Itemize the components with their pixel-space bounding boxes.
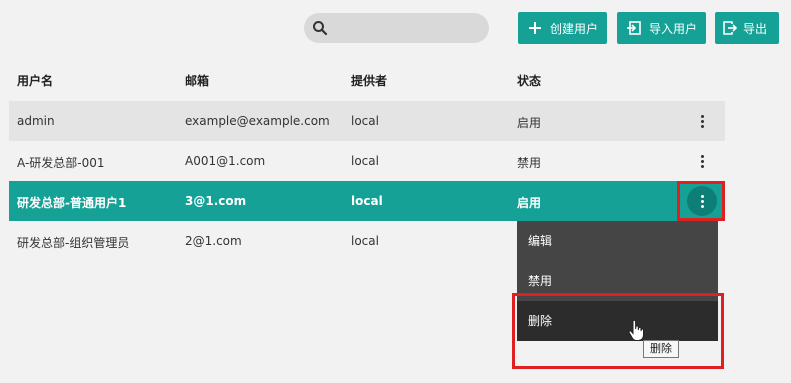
provider-cell: local bbox=[351, 154, 379, 168]
search-input[interactable] bbox=[304, 13, 489, 43]
more-vertical-icon bbox=[700, 114, 704, 129]
hand-cursor-icon bbox=[628, 320, 644, 341]
provider-cell: local bbox=[351, 194, 383, 208]
table-row[interactable]: admin example@example.com local 启用 bbox=[9, 101, 725, 141]
more-actions-button[interactable] bbox=[686, 105, 718, 137]
email-cell: 3@1.com bbox=[185, 194, 247, 208]
toolbar: 创建用户 导入用户 导出 bbox=[0, 12, 791, 44]
table-row-selected[interactable]: 研发总部-普通用户1 3@1.com local 启用 bbox=[9, 181, 725, 221]
username-cell: 研发总部-组织管理员 bbox=[17, 236, 130, 250]
email-cell: A001@1.com bbox=[185, 154, 266, 168]
column-header-provider[interactable]: 提供者 bbox=[351, 72, 387, 89]
column-header-status[interactable]: 状态 bbox=[517, 72, 541, 89]
provider-cell: local bbox=[351, 114, 379, 128]
status-cell: 启用 bbox=[517, 196, 542, 210]
plus-icon bbox=[529, 22, 541, 34]
search-icon bbox=[313, 21, 328, 36]
more-actions-button[interactable] bbox=[686, 145, 718, 177]
more-vertical-icon bbox=[700, 154, 704, 169]
export-icon bbox=[723, 21, 737, 35]
highlight-box-more-button bbox=[677, 181, 725, 221]
highlight-box-delete bbox=[512, 293, 724, 369]
create-user-button[interactable]: 创建用户 bbox=[518, 12, 607, 44]
import-user-label: 导入用户 bbox=[649, 21, 698, 36]
column-header-username[interactable]: 用户名 bbox=[17, 72, 53, 89]
tooltip: 删除 bbox=[643, 340, 679, 358]
provider-cell: local bbox=[351, 234, 379, 248]
import-icon bbox=[627, 21, 641, 35]
menu-item-edit[interactable]: 编辑 bbox=[517, 221, 718, 261]
username-cell: A-研发总部-001 bbox=[17, 156, 105, 170]
status-cell: 禁用 bbox=[517, 156, 542, 170]
export-button[interactable]: 导出 bbox=[715, 12, 779, 44]
column-header-email[interactable]: 邮箱 bbox=[185, 72, 209, 89]
username-cell: 研发总部-普通用户1 bbox=[17, 196, 127, 210]
create-user-label: 创建用户 bbox=[550, 21, 599, 36]
export-label: 导出 bbox=[743, 21, 768, 36]
email-cell: example@example.com bbox=[185, 114, 330, 128]
import-user-button[interactable]: 导入用户 bbox=[617, 12, 706, 44]
status-cell: 启用 bbox=[517, 116, 542, 130]
username-cell: admin bbox=[17, 114, 55, 128]
table-row[interactable]: A-研发总部-001 A001@1.com local 禁用 bbox=[9, 141, 725, 181]
email-cell: 2@1.com bbox=[185, 234, 242, 248]
